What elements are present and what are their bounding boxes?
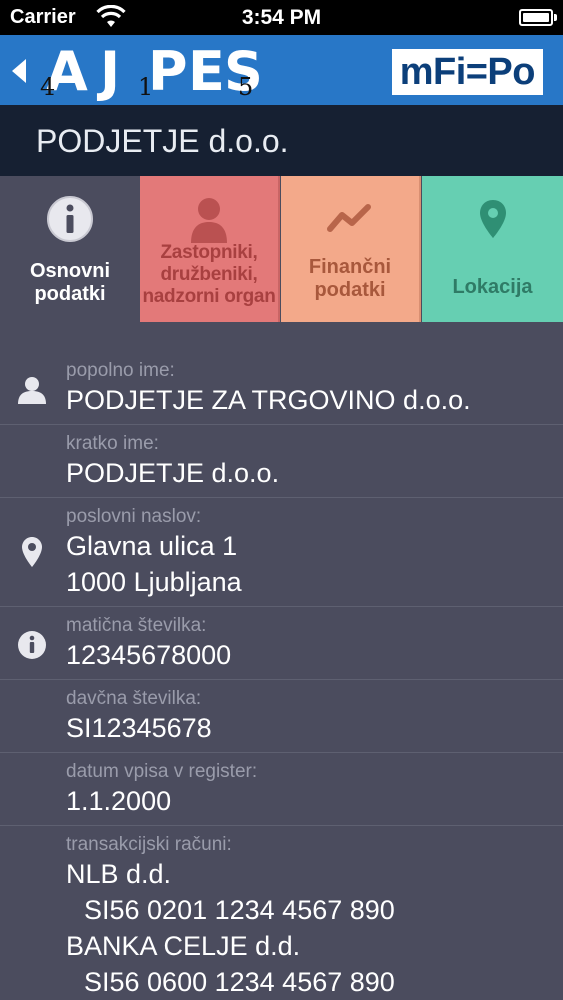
- detail-full-name: popolno ime: PODJETJE ZA TRGOVINO d.o.o.: [0, 352, 563, 425]
- details-list: popolno ime: PODJETJE ZA TRGOVINO d.o.o.…: [0, 352, 563, 1000]
- battery-tip: [554, 14, 557, 21]
- bank-iban: SI56 0600 1234 4567 890: [84, 967, 395, 997]
- registration-date-label: datum vpisa v register:: [66, 761, 258, 782]
- detail-tax-number: davčna številka: SI12345678: [0, 680, 563, 753]
- detail-address: poslovni naslov: Glavna ulica 1 1000 Lju…: [0, 498, 563, 607]
- registration-date-value: 1.1.2000: [66, 786, 172, 816]
- tab-label-line: podatki: [314, 279, 386, 301]
- registration-number-label: matična številka:: [66, 615, 207, 636]
- logo-number: 4: [40, 73, 56, 101]
- tab-label-line: družbeniki,: [160, 263, 258, 285]
- tab-basic-data[interactable]: Osnovni podatki: [0, 176, 140, 322]
- tab-label-line: podatki: [34, 283, 106, 305]
- back-arrow-icon[interactable]: [8, 55, 32, 87]
- tab-label-line: Osnovni: [29, 260, 110, 282]
- person-icon: [18, 377, 46, 404]
- detail-registration-date: datum vpisa v register: 1.1.2000: [0, 753, 563, 826]
- info-icon: [18, 631, 46, 659]
- tab-label-line: nadzorni organ: [142, 285, 276, 307]
- info-icon: [0, 194, 140, 244]
- short-name-label: kratko ime:: [66, 433, 159, 454]
- bank-iban: SI56 0201 1234 4567 890: [84, 895, 395, 925]
- tab-financial-data-label: Finančni podatki: [281, 256, 419, 302]
- battery-icon: [519, 9, 553, 26]
- company-title: PODJETJE d.o.o.: [36, 123, 289, 159]
- logo-letter: E: [188, 40, 225, 103]
- tab-bar: Osnovni podatki Zastopniki, družbeniki, …: [0, 176, 563, 322]
- logo-letter: P: [148, 40, 188, 103]
- clock: 3:54 PM: [241, 6, 322, 29]
- bank-name: BANKA CELJE d.d.: [66, 931, 301, 961]
- nav-bar: A J P E S 4 1 5 mFi=Po: [0, 35, 563, 105]
- mfipo-brand: mFi=Po: [391, 49, 543, 95]
- detail-short-name: kratko ime: PODJETJE d.o.o.: [0, 425, 563, 498]
- detail-bank-accounts: transakcijski računi: NLB d.d. SI56 0201…: [0, 826, 563, 1000]
- full-name-value: PODJETJE ZA TRGOVINO d.o.o.: [66, 385, 471, 415]
- tab-financial-data[interactable]: Finančni podatki: [281, 176, 421, 322]
- tax-number-value: SI12345678: [66, 713, 212, 743]
- tab-label-line: Finančni: [308, 256, 392, 278]
- logo-letter: J: [100, 40, 121, 103]
- logo-number: 1: [138, 73, 154, 101]
- tab-label-line: Zastopniki,: [160, 242, 258, 263]
- full-name-label: popolno ime:: [66, 360, 175, 381]
- bank-accounts-label: transakcijski računi:: [66, 834, 232, 855]
- tab-representatives-label: Zastopniki, družbeniki, nadzorni organ: [140, 242, 278, 308]
- address-label: poslovni naslov:: [66, 506, 202, 527]
- bank-name: NLB d.d.: [66, 859, 172, 889]
- tab-representatives[interactable]: Zastopniki, družbeniki, nadzorni organ: [140, 176, 280, 322]
- status-bar: Carrier 3:54 PM: [0, 0, 563, 35]
- tab-basic-data-label: Osnovni podatki: [0, 260, 140, 306]
- person-icon: [140, 194, 278, 244]
- title-bar: PODJETJE d.o.o.: [0, 105, 563, 176]
- short-name-value: PODJETJE d.o.o.: [66, 458, 280, 488]
- tab-location-label: Lokacija: [452, 276, 533, 298]
- detail-registration-number: matična številka: 12345678000: [0, 607, 563, 680]
- tab-location[interactable]: Lokacija: [422, 176, 563, 322]
- address-street: Glavna ulica 1: [66, 531, 238, 561]
- location-pin-icon: [22, 537, 42, 567]
- trend-icon: [281, 194, 419, 244]
- logo-number: 5: [238, 73, 254, 101]
- registration-number-value: 12345678000: [66, 640, 232, 670]
- tax-number-label: davčna številka:: [66, 688, 202, 709]
- location-pin-icon: [422, 194, 563, 244]
- address-city: 1000 Ljubljana: [66, 567, 242, 597]
- ajpes-logo: A J P E S 4 1 5: [38, 41, 278, 103]
